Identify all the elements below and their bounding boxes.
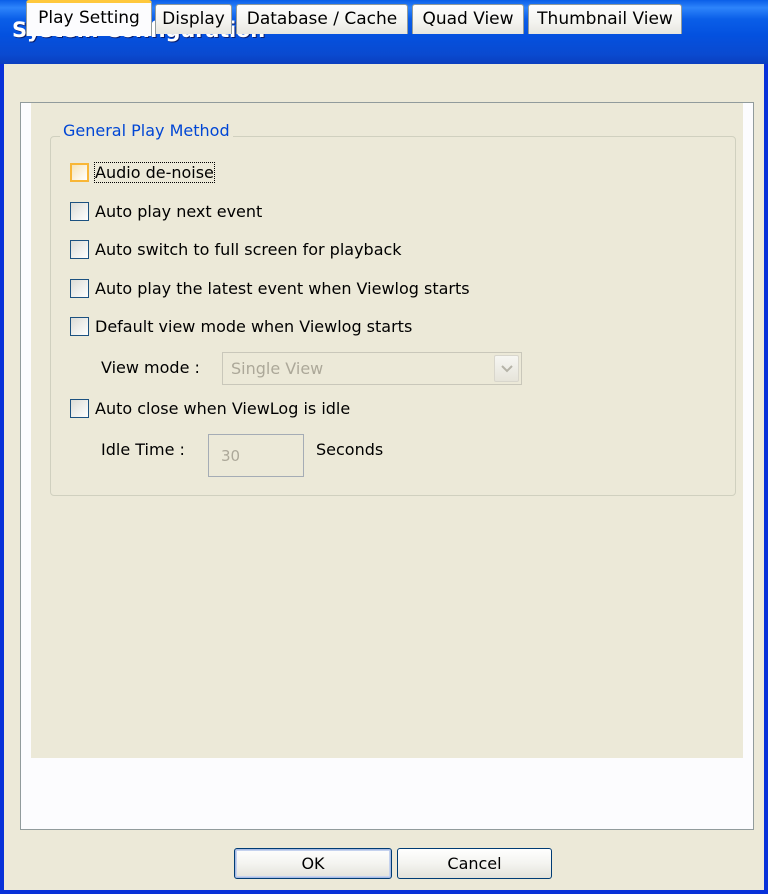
option-auto-switch-full-screen[interactable]: Auto switch to full screen for playback bbox=[70, 238, 402, 260]
checkbox[interactable] bbox=[70, 201, 89, 221]
option-auto-play-latest-event[interactable]: Auto play the latest event when Viewlog … bbox=[70, 277, 470, 299]
group-title: General Play Method bbox=[60, 121, 233, 140]
tab-quad-view[interactable]: Quad View bbox=[412, 4, 524, 34]
option-default-view-mode[interactable]: Default view mode when Viewlog starts bbox=[70, 315, 412, 337]
tab-database-cache[interactable]: Database / Cache bbox=[236, 4, 408, 34]
option-label: Auto switch to full screen for playback bbox=[95, 239, 402, 259]
option-label: Default view mode when Viewlog starts bbox=[95, 316, 413, 336]
option-label: Auto play next event bbox=[95, 201, 263, 221]
chevron-down-icon bbox=[501, 365, 513, 373]
tab-thumbnail-view[interactable]: Thumbnail View bbox=[528, 4, 682, 34]
option-audio-denoise[interactable]: Audio de-noise bbox=[70, 161, 215, 183]
checkbox[interactable] bbox=[70, 398, 89, 418]
idle-time-input[interactable]: 30 bbox=[208, 434, 304, 477]
view-mode-value: Single View bbox=[231, 359, 324, 378]
checkbox[interactable] bbox=[70, 239, 89, 259]
tab-play-setting[interactable]: Play Setting bbox=[26, 0, 152, 36]
option-auto-play-next-event[interactable]: Auto play next event bbox=[70, 200, 262, 222]
ok-button[interactable]: OK bbox=[234, 848, 392, 879]
dropdown-button[interactable] bbox=[494, 355, 519, 382]
idle-time-value: 30 bbox=[221, 447, 241, 465]
tab-display[interactable]: Display bbox=[155, 4, 232, 34]
view-mode-select[interactable]: Single View bbox=[222, 352, 522, 385]
idle-time-label: Idle Time : bbox=[101, 440, 185, 459]
option-label: Auto close when ViewLog is idle bbox=[95, 398, 351, 418]
checkbox[interactable] bbox=[70, 278, 89, 298]
cancel-button[interactable]: Cancel bbox=[397, 848, 552, 879]
view-mode-label: View mode : bbox=[101, 358, 200, 377]
checkbox[interactable] bbox=[70, 162, 89, 182]
option-label: Audio de-noise bbox=[94, 161, 215, 183]
option-auto-close-idle[interactable]: Auto close when ViewLog is idle bbox=[70, 397, 350, 419]
idle-time-unit: Seconds bbox=[316, 440, 384, 459]
option-label: Auto play the latest event when Viewlog … bbox=[95, 278, 470, 298]
checkbox[interactable] bbox=[70, 316, 89, 336]
